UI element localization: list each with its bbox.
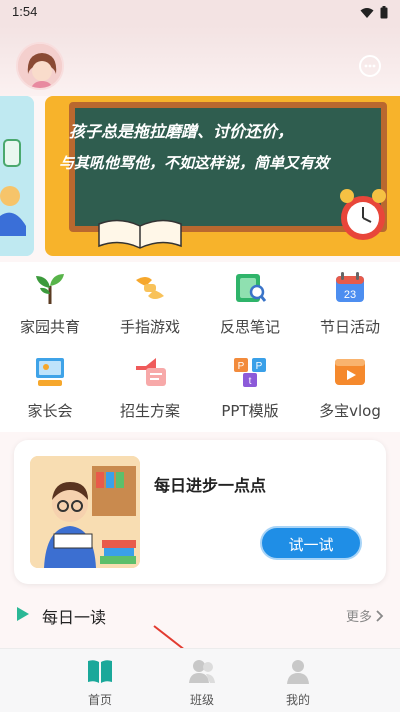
megaphone-icon — [136, 358, 166, 386]
grid-item-label: PPT模版 — [221, 402, 279, 420]
grid-item-festival-activities[interactable]: 23 节日活动 — [300, 262, 400, 342]
grid-item-label: 招生方案 — [119, 402, 180, 420]
grid-item-reflection-notes[interactable]: 反思笔记 — [200, 262, 300, 342]
grid-item-label: 手指游戏 — [119, 318, 180, 336]
svg-text:P: P — [256, 361, 263, 372]
ppt-icon: P P t — [234, 358, 266, 387]
more-label: 更多 — [345, 610, 372, 625]
alarm-clock-icon — [340, 189, 386, 240]
daily-read-section: 每日一读 更多 — [0, 596, 400, 636]
nav-tab-profile[interactable]: 我的 — [258, 657, 338, 709]
notebook-search-icon — [236, 274, 267, 302]
try-button[interactable]: 试一试 — [260, 526, 362, 560]
battery-icon — [380, 6, 388, 19]
grid-item-label: 多宝vlog — [319, 402, 381, 420]
header — [0, 26, 400, 96]
book-icon — [88, 660, 112, 683]
daily-card-title: 每日进步一点点 — [154, 476, 267, 495]
open-book-icon — [98, 219, 182, 249]
feature-grid: 家园共育 手指游戏 反思笔记 23 节日活动 家长会 招生方案 P P t PP… — [0, 262, 400, 432]
svg-text:P: P — [238, 361, 245, 372]
nav-label: 班级 — [189, 693, 214, 707]
banner-previous-slide[interactable] — [0, 96, 34, 256]
banner-slide[interactable]: 孩子总是拖拉磨蹭、讨价还价， 与其吼他骂他，不如这样说，简单又有效 — [45, 96, 400, 256]
presentation-icon — [36, 358, 64, 386]
grid-item-vlog[interactable]: 多宝vlog — [300, 346, 400, 426]
daily-progress-card[interactable]: 每日进步一点点 试一试 — [14, 440, 386, 584]
grid-item-label: 家园共育 — [19, 318, 80, 336]
avatar[interactable] — [16, 42, 64, 90]
nav-label: 首页 — [87, 693, 112, 707]
status-bar: 1:54 — [0, 0, 400, 26]
svg-text:23: 23 — [344, 289, 356, 301]
wifi-icon — [360, 7, 374, 18]
daily-read-title: 每日一读 — [42, 608, 107, 627]
grid-item-finger-games[interactable]: 手指游戏 — [100, 262, 200, 342]
class-icon — [189, 660, 215, 683]
nav-label: 我的 — [285, 693, 310, 707]
cartoon-illustration-icon — [0, 96, 34, 256]
grid-item-ppt-templates[interactable]: P P t PPT模版 — [200, 346, 300, 426]
play-icon — [17, 607, 29, 621]
banner-carousel[interactable]: 孩子总是拖拉磨蹭、讨价还价， 与其吼他骂他，不如这样说，简单又有效 — [0, 96, 400, 258]
grid-item-parent-meeting[interactable]: 家长会 — [0, 346, 100, 426]
status-time: 1:54 — [12, 4, 38, 19]
grid-item-enrollment-plan[interactable]: 招生方案 — [100, 346, 200, 426]
bottom-navigation: 首页 班级 我的 — [0, 648, 400, 712]
profile-icon — [287, 660, 309, 684]
grid-item-label: 反思笔记 — [219, 318, 280, 336]
avatar-icon — [18, 44, 62, 88]
banner-headline: 孩子总是拖拉磨蹭、讨价还价， — [69, 122, 294, 141]
grid-item-label: 家长会 — [27, 402, 73, 420]
message-icon[interactable] — [358, 54, 382, 78]
nav-tab-home[interactable]: 首页 — [60, 657, 140, 709]
status-icons — [360, 6, 388, 19]
chevron-right-icon — [376, 609, 384, 622]
nav-tab-class[interactable]: 班级 — [162, 657, 242, 709]
hands-icon — [136, 277, 164, 299]
sapling-icon — [36, 274, 64, 304]
more-link[interactable]: 更多 — [346, 606, 384, 625]
video-icon — [335, 359, 365, 385]
banner-subheadline: 与其吼他骂他，不如这样说，简单又有效 — [59, 154, 330, 172]
svg-text:t: t — [249, 376, 252, 387]
app-screen: 1:54 孩子总是拖拉磨蹭、讨价还价， 与其吼他骂他，不如这样说，简单又有效 家… — [0, 0, 400, 712]
daily-illustration — [30, 456, 140, 568]
grid-item-home-school[interactable]: 家园共育 — [0, 262, 100, 342]
grid-item-label: 节日活动 — [319, 318, 380, 336]
calendar-icon: 23 — [336, 272, 364, 302]
reading-boy-icon — [30, 456, 140, 568]
